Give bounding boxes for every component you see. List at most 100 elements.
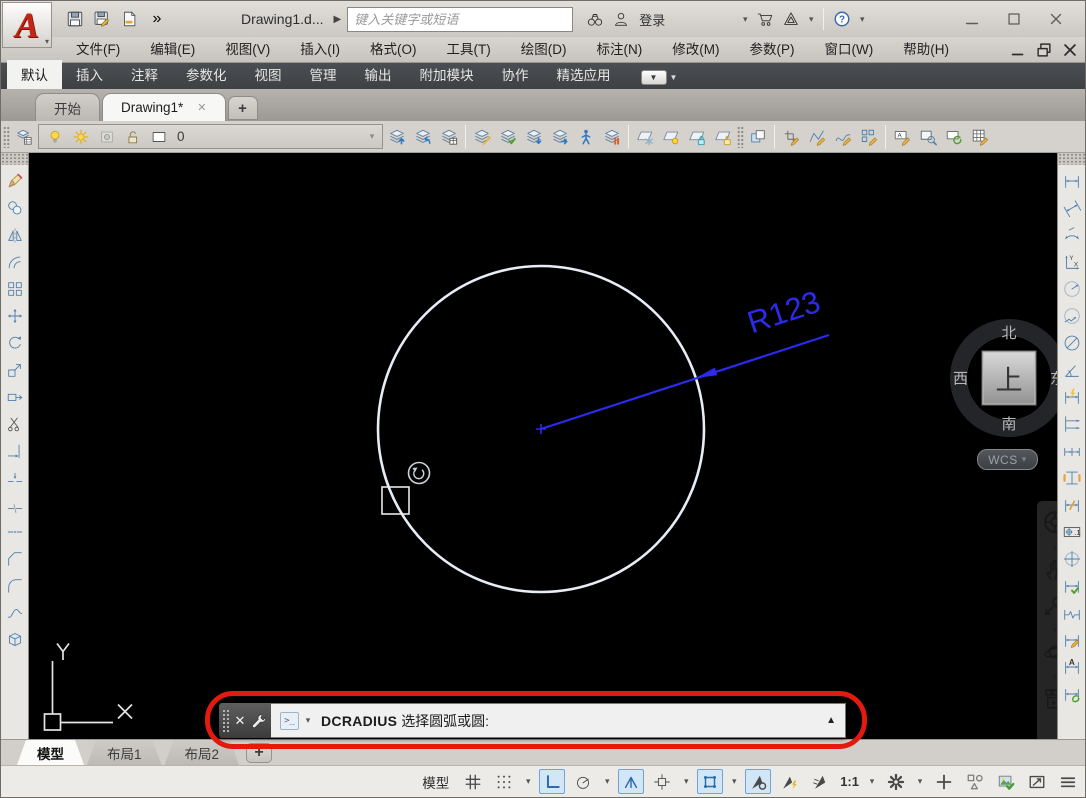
layer-walk-icon[interactable] <box>574 125 598 149</box>
menu-item[interactable]: 视图(V) <box>210 37 285 62</box>
dim-linear-icon[interactable] <box>1059 167 1085 194</box>
win-max-icon[interactable] <box>993 5 1035 33</box>
layer-properties-icon[interactable] <box>12 125 36 149</box>
chevron-down-icon[interactable]: ▾ <box>739 14 751 25</box>
chevron-down-icon[interactable]: ▼ <box>670 73 678 82</box>
dim-aligned-icon[interactable] <box>1059 194 1085 221</box>
doc-restore-icon[interactable] <box>1035 41 1053 59</box>
pan-hand-icon[interactable] <box>1043 558 1057 587</box>
polar-icon[interactable] <box>570 769 596 794</box>
viewcube-top-face[interactable]: 上 <box>981 350 1037 406</box>
dim-text-edit-icon[interactable]: A <box>1059 653 1085 680</box>
application-menu-button[interactable]: A ▾ <box>2 2 52 48</box>
layer-isolate-icon[interactable] <box>496 125 520 149</box>
ribbon-tab-参数化[interactable]: 参数化 <box>172 60 241 89</box>
menu-item[interactable]: 修改(M) <box>657 37 734 62</box>
search-input[interactable] <box>347 6 574 32</box>
file-tab[interactable]: Drawing1* ✕ <box>102 93 226 121</box>
show-motion-icon[interactable] <box>1043 687 1057 716</box>
offset-icon[interactable] <box>2 248 28 275</box>
chevron-down-icon[interactable]: ▾ <box>601 776 613 787</box>
orbit-icon[interactable] <box>1043 640 1057 669</box>
ribbon-tab-附加模块[interactable]: 附加模块 <box>406 60 488 89</box>
doc-close-icon[interactable] <box>1061 41 1079 59</box>
sign-in-label[interactable]: 登录 <box>639 10 665 29</box>
search-collapse-icon[interactable]: ▶ <box>333 14 341 25</box>
chevron-down-icon[interactable]: ▾ <box>522 776 534 787</box>
menu-item[interactable]: 工具(T) <box>432 37 506 62</box>
plus-big-icon[interactable] <box>931 769 957 794</box>
lock-open-icon[interactable] <box>121 125 145 149</box>
osnap-icon[interactable] <box>697 769 724 794</box>
dim-space-icon[interactable] <box>1059 464 1085 491</box>
app-store-cart-icon[interactable] <box>753 7 777 31</box>
explode-icon[interactable] <box>2 626 28 653</box>
fillet-icon[interactable] <box>2 572 28 599</box>
command-input-area[interactable]: >_ ▾ DCRADIUS 选择圆弧或圆: ▲ <box>271 703 846 738</box>
drawing-canvas[interactable]: R123 北 南 西 东 上 WCS ▾ ▾ ▾ ▾ <box>29 153 1057 739</box>
ortho-icon[interactable] <box>539 769 566 794</box>
steering-wheel-icon[interactable] <box>1042 509 1057 540</box>
doc-min-icon[interactable] <box>1009 41 1027 59</box>
hamburger-icon[interactable] <box>1055 769 1081 794</box>
layout-tab-布局1[interactable]: 布局1 <box>87 740 162 765</box>
chevron-down-icon[interactable]: ▾ <box>728 776 740 787</box>
annot-scale-icon[interactable] <box>807 769 833 794</box>
blend-icon[interactable] <box>2 599 28 626</box>
dim-jogged-icon[interactable] <box>1059 302 1085 329</box>
menu-item[interactable]: 绘图(D) <box>506 37 582 62</box>
drag-grip-icon[interactable] <box>221 708 230 733</box>
exchange-apps-icon[interactable] <box>779 7 803 31</box>
win-min-icon[interactable] <box>951 5 993 33</box>
grip-handle[interactable] <box>3 125 10 148</box>
menu-item[interactable]: 插入(I) <box>285 37 355 62</box>
dim-center-mark-icon[interactable] <box>1059 545 1085 572</box>
copy-icon[interactable] <box>2 194 28 221</box>
chevron-down-icon[interactable]: ▾ <box>302 715 314 726</box>
annotation-scale-value[interactable]: 1:1 <box>838 774 861 789</box>
zoom-icon[interactable] <box>1043 593 1057 622</box>
viewcube-south[interactable]: 南 <box>1001 413 1016 434</box>
dim-angular-icon[interactable] <box>1059 356 1085 383</box>
isolate-icon[interactable] <box>962 769 988 794</box>
layer-unisolate-icon[interactable] <box>522 125 546 149</box>
dim-radius-icon[interactable] <box>1059 275 1085 302</box>
dim-tolerance-icon[interactable]: .1 <box>1059 518 1085 545</box>
dim-arc-length-icon[interactable] <box>1059 221 1085 248</box>
customize-wrench-icon[interactable] <box>250 712 268 730</box>
break-at-point-icon[interactable] <box>2 464 28 491</box>
mirror-icon[interactable] <box>2 221 28 248</box>
trim-icon[interactable] <box>2 410 28 437</box>
chevron-down-icon[interactable]: ▾ <box>1049 626 1057 635</box>
new-drawing-tab-button[interactable]: + <box>227 96 258 120</box>
ribbon-tab-精选应用[interactable]: 精选应用 <box>543 60 625 89</box>
chevron-down-icon[interactable]: ▾ <box>1049 544 1057 553</box>
gear-icon[interactable] <box>883 769 909 794</box>
ribbon-tab-输出[interactable]: 输出 <box>351 60 406 89</box>
layer-copy-icon[interactable] <box>548 125 572 149</box>
quick-access-expand-icon[interactable]: » <box>145 7 169 31</box>
dim-inspect-icon[interactable] <box>1059 572 1085 599</box>
ribbon-minimize-button[interactable]: ▼ <box>640 70 667 85</box>
dim-jog-line-icon[interactable] <box>1059 599 1085 626</box>
ribbon-tab-插入[interactable]: 插入 <box>62 60 117 89</box>
annot-auto-icon[interactable] <box>776 769 802 794</box>
dim-break-icon[interactable] <box>1059 491 1085 518</box>
toolbar-grip[interactable] <box>1058 153 1085 165</box>
edit-clip-icon[interactable] <box>779 125 803 149</box>
ribbon-tab-视图[interactable]: 视图 <box>241 60 296 89</box>
edit-polyline-icon[interactable] <box>805 125 829 149</box>
edit-table-icon[interactable] <box>968 125 992 149</box>
layer-make-current-icon[interactable] <box>385 125 409 149</box>
dim-ordinate-icon[interactable]: YX <box>1059 248 1085 275</box>
graphics-icon[interactable] <box>993 769 1019 794</box>
array-icon[interactable] <box>2 275 28 302</box>
close-icon[interactable]: ✕ <box>197 101 206 114</box>
close-icon[interactable]: ✕ <box>235 713 246 729</box>
grid-icon[interactable] <box>460 769 486 794</box>
rotate-icon[interactable] <box>2 329 28 356</box>
layout-tab-布局2[interactable]: 布局2 <box>165 740 240 765</box>
command-prompt-icon[interactable]: >_ <box>280 711 299 730</box>
move-icon[interactable] <box>2 302 28 329</box>
chevron-down-icon[interactable]: ▾ <box>805 14 817 25</box>
